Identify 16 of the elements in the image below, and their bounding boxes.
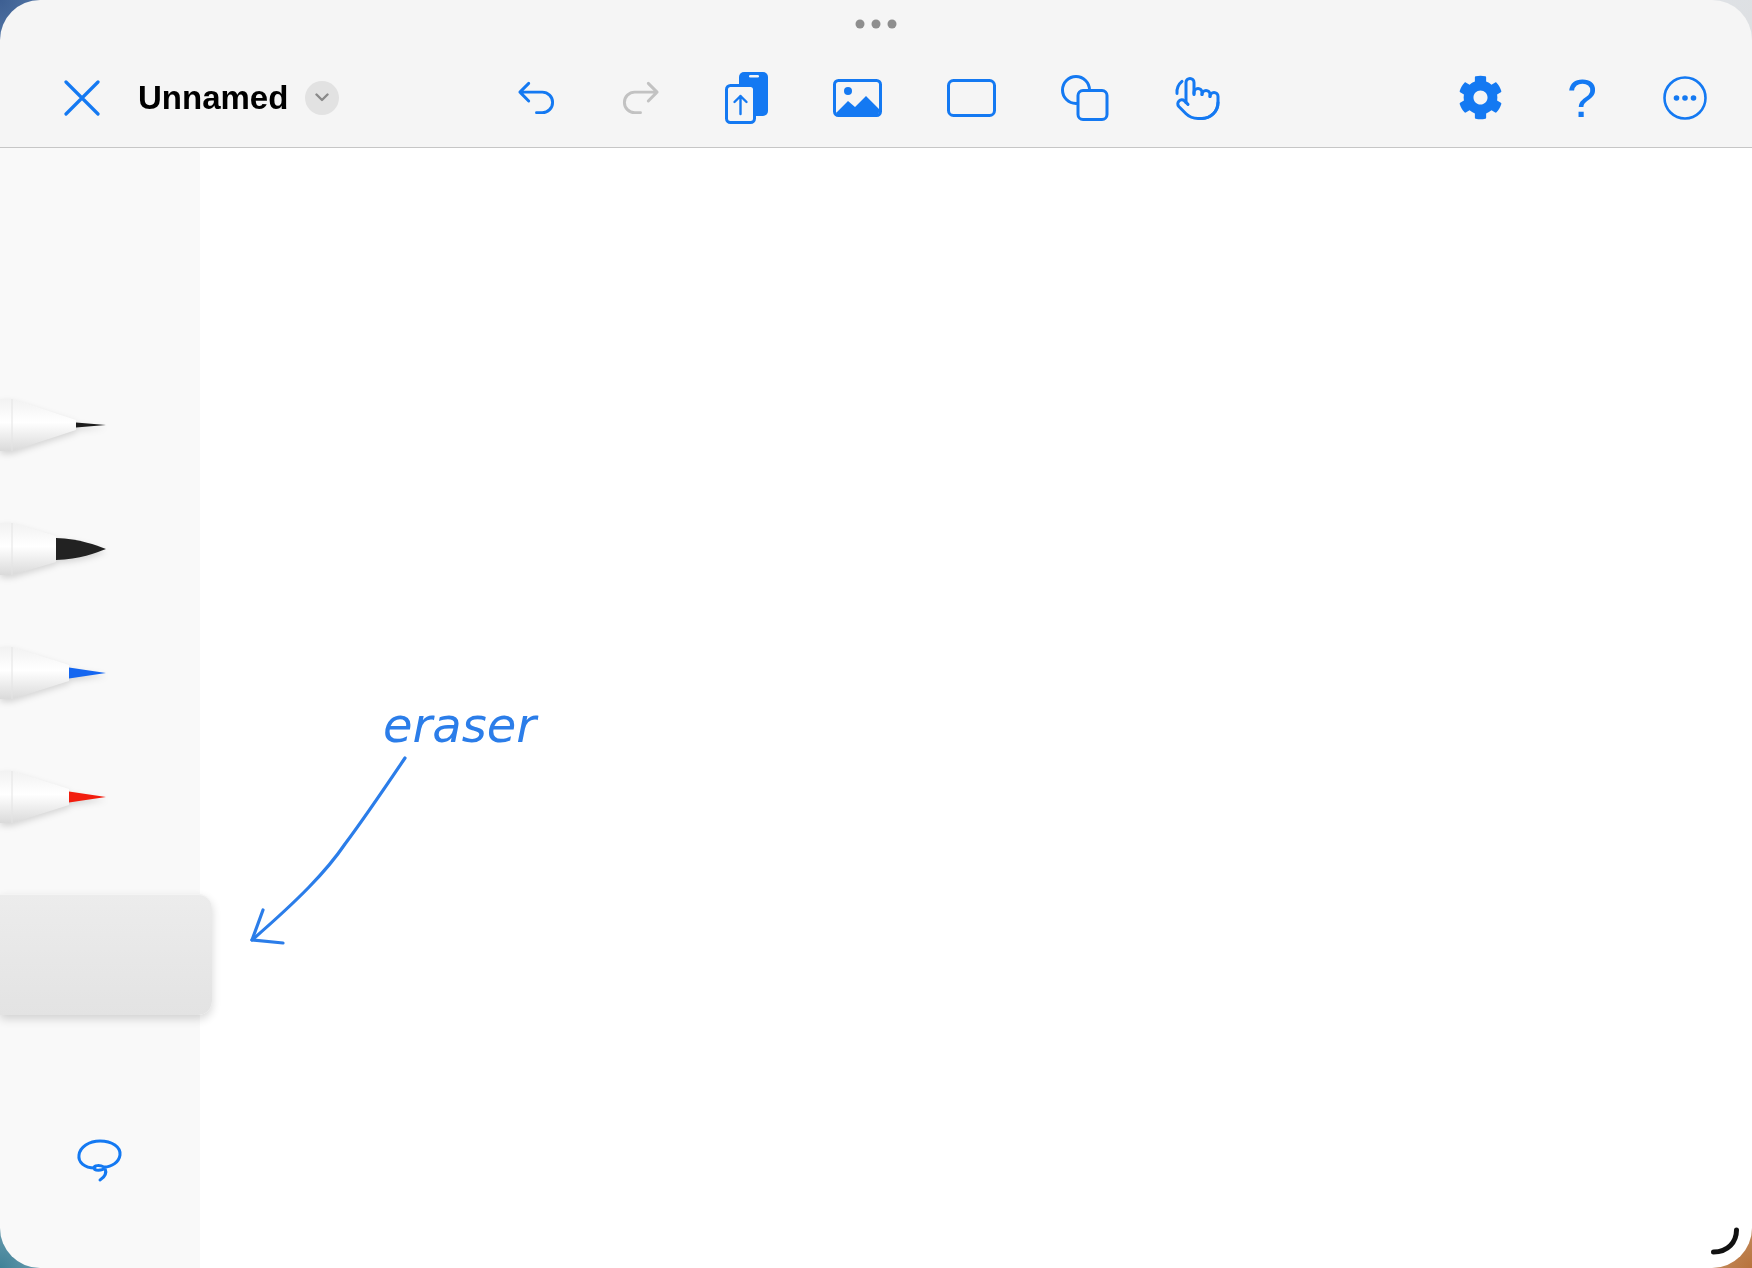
hand-tap-icon[interactable] — [1174, 75, 1221, 120]
lasso-icon[interactable] — [76, 1139, 124, 1183]
image-icon[interactable] — [833, 78, 882, 117]
chevron-down-icon — [315, 93, 330, 102]
title-menu-button[interactable] — [305, 80, 340, 115]
resize-handle-icon[interactable] — [1710, 1227, 1740, 1255]
drawing-canvas[interactable]: eraser — [200, 148, 1752, 1268]
rectangle-icon[interactable] — [947, 78, 996, 117]
settings-icon[interactable] — [1457, 75, 1503, 120]
more-icon[interactable] — [1663, 75, 1707, 120]
document-title: Unnamed — [138, 78, 289, 117]
multitasking-dots-icon[interactable] — [855, 19, 897, 29]
pages-upload-icon[interactable] — [725, 71, 768, 124]
close-icon[interactable] — [64, 79, 100, 116]
help-button[interactable]: ? — [1566, 70, 1597, 125]
shapes-icon[interactable] — [1061, 74, 1109, 121]
